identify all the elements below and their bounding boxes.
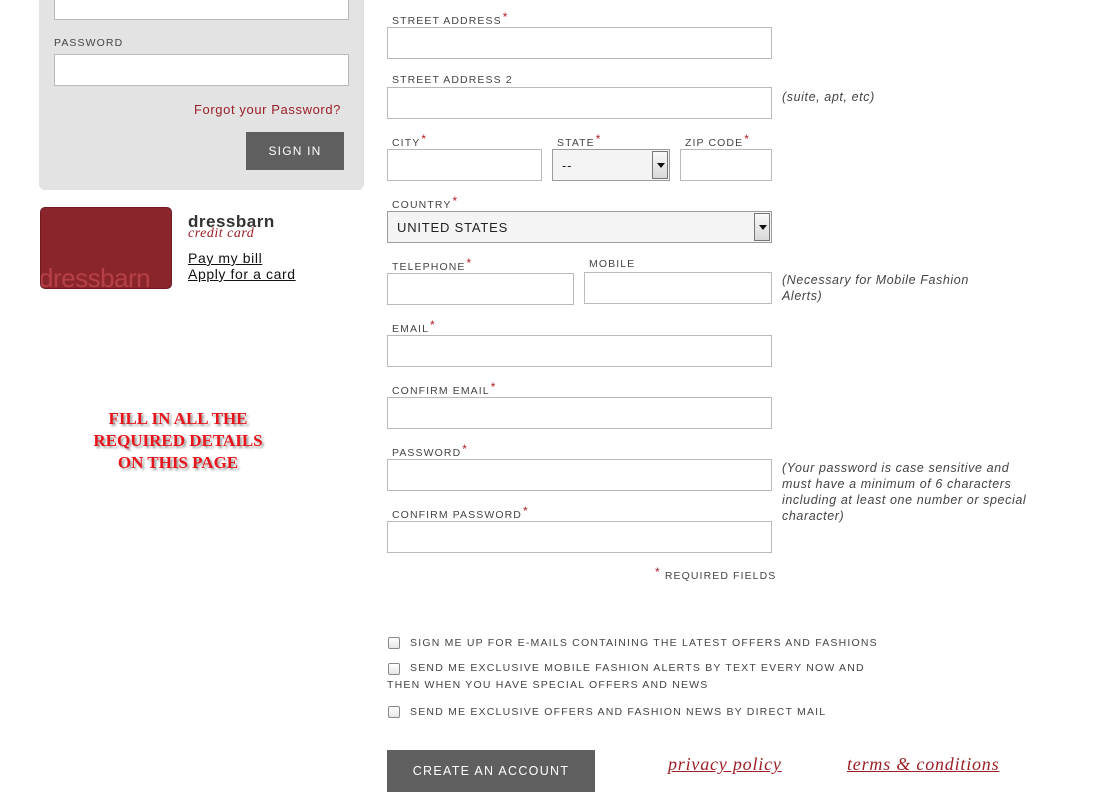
email-offers-checkbox[interactable] xyxy=(388,637,400,649)
hint-line: (Necessary for Mobile Fashion xyxy=(782,273,969,287)
forgot-password-link[interactable]: Forgot your Password? xyxy=(194,102,341,117)
password-input[interactable] xyxy=(387,459,772,491)
hint-line: (Your password is case sensitive and xyxy=(782,461,1010,475)
street-address2-hint: (suite, apt, etc) xyxy=(782,90,875,104)
mobile-alerts-label-line1: SEND ME EXCLUSIVE MOBILE FASHION ALERTS … xyxy=(410,662,865,674)
instruction-line: ON THIS PAGE xyxy=(117,453,239,472)
hint-line: Alerts) xyxy=(782,289,823,303)
chevron-down-icon[interactable] xyxy=(652,151,668,179)
confirm-password-label: CONFIRM PASSWORD* xyxy=(392,504,529,521)
signin-email-input[interactable] xyxy=(54,0,349,20)
signin-password-label: PASSWORD xyxy=(54,37,124,49)
street-address-input[interactable] xyxy=(387,27,772,59)
state-label: STATE* xyxy=(557,132,602,149)
chevron-down-icon[interactable] xyxy=(754,213,770,241)
mobile-alerts-label-line2: THEN WHEN YOU HAVE SPECIAL OFFERS AND NE… xyxy=(387,679,709,691)
state-select[interactable]: -- xyxy=(552,149,670,181)
street-address2-input[interactable] xyxy=(387,87,772,119)
hint-line: must have a minimum of 6 characters xyxy=(782,477,1012,491)
terms-conditions-link[interactable]: terms & conditions xyxy=(847,754,999,775)
mobile-input[interactable] xyxy=(584,272,772,304)
password-label: PASSWORD* xyxy=(392,442,469,459)
instruction-line: REQUIRED DETAILS xyxy=(93,431,263,450)
street-address-label: STREET ADDRESS* xyxy=(392,10,509,27)
mobile-hint: (Necessary for Mobile Fashion Alerts) xyxy=(782,272,969,304)
email-label: EMAIL* xyxy=(392,318,436,335)
confirm-email-input[interactable] xyxy=(387,397,772,429)
zip-code-label: ZIP CODE* xyxy=(685,132,750,149)
credit-card-image: dressbarn xyxy=(40,207,172,289)
password-hint: (Your password is case sensitive and mus… xyxy=(782,460,1026,524)
apply-for-card-link[interactable]: Apply for a card xyxy=(188,266,296,282)
country-label: COUNTRY* xyxy=(392,194,459,211)
zip-code-input[interactable] xyxy=(680,149,772,181)
privacy-policy-link[interactable]: privacy policy xyxy=(668,754,782,775)
signin-password-input[interactable] xyxy=(54,54,349,86)
telephone-label: TELEPHONE* xyxy=(392,256,473,273)
card-logo: dressbarn xyxy=(40,263,151,289)
hint-line: including at least one number or special xyxy=(782,493,1027,507)
create-account-button[interactable]: CREATE AN ACCOUNT xyxy=(387,750,595,792)
state-selected-value: -- xyxy=(562,158,573,173)
street-address2-label: STREET ADDRESS 2 xyxy=(392,74,513,86)
required-fields-note: * REQUIRED FIELDS xyxy=(655,565,777,582)
confirm-email-label: CONFIRM EMAIL* xyxy=(392,380,497,397)
telephone-input[interactable] xyxy=(387,273,574,305)
country-selected-value: UNITED STATES xyxy=(397,220,509,235)
city-label: CITY* xyxy=(392,132,428,149)
mobile-alerts-checkbox[interactable] xyxy=(388,663,400,675)
email-input[interactable] xyxy=(387,335,772,367)
confirm-password-input[interactable] xyxy=(387,521,772,553)
pay-my-bill-link[interactable]: Pay my bill xyxy=(188,250,262,266)
mobile-label: MOBILE xyxy=(589,258,636,270)
instruction-line: FILL IN ALL THE xyxy=(108,409,248,428)
city-input[interactable] xyxy=(387,149,542,181)
email-offers-label: SIGN ME UP FOR E-MAILS CONTAINING THE LA… xyxy=(410,637,878,649)
country-select[interactable]: UNITED STATES xyxy=(387,211,772,243)
brand-subtitle: credit card xyxy=(188,226,255,241)
direct-mail-label: SEND ME EXCLUSIVE OFFERS AND FASHION NEW… xyxy=(410,706,827,718)
sign-in-button[interactable]: SIGN IN xyxy=(246,132,344,170)
direct-mail-checkbox[interactable] xyxy=(388,706,400,718)
hint-line: character) xyxy=(782,509,845,523)
instruction-note: FILL IN ALL THE REQUIRED DETAILS ON THIS… xyxy=(60,408,296,474)
